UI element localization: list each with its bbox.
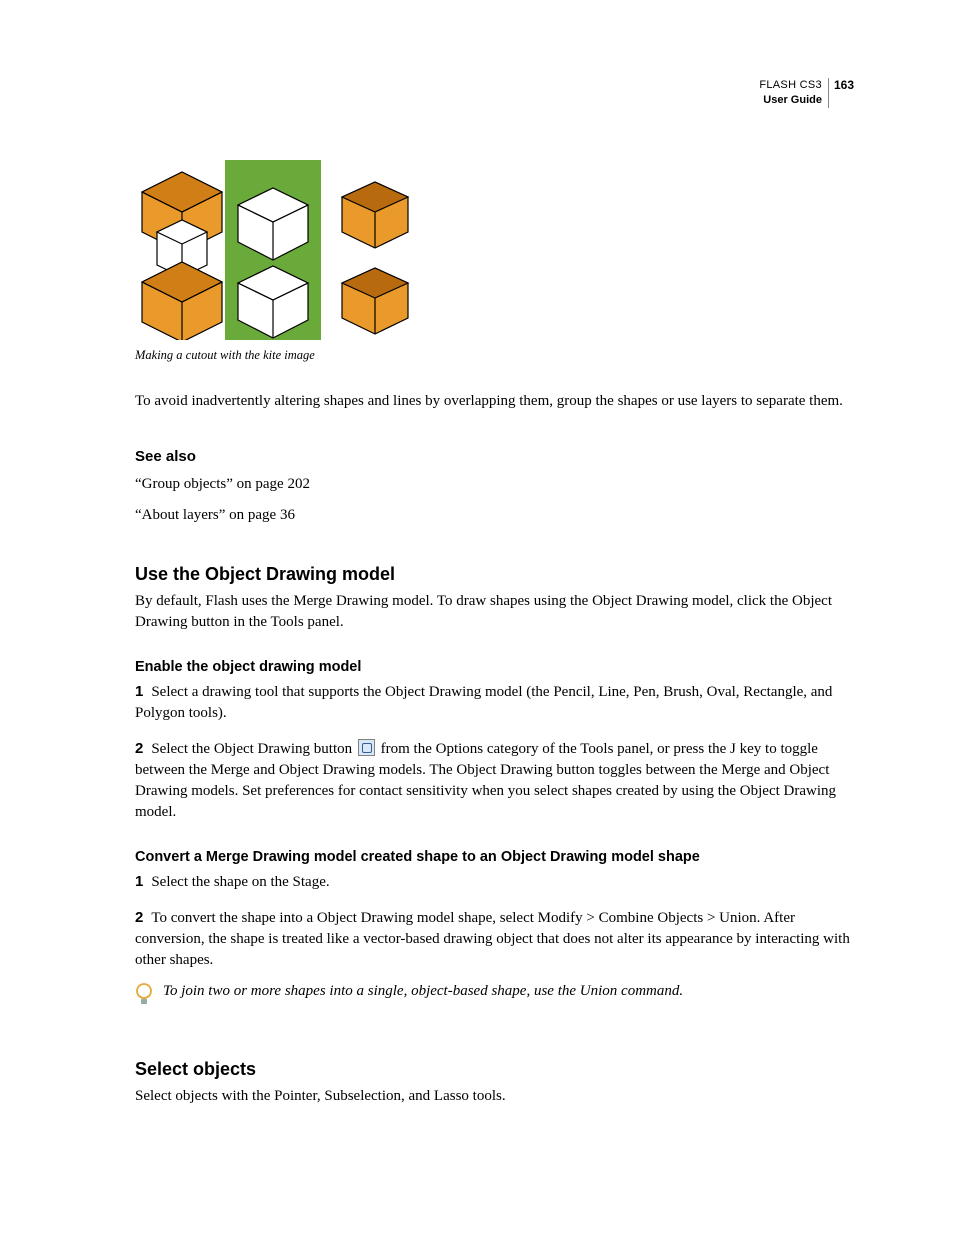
step-text: Select the shape on the Stage. — [151, 874, 329, 890]
page-number: 163 — [829, 78, 854, 91]
figure-cutout-boxes — [135, 160, 417, 340]
step-item: 2To convert the shape into a Object Draw… — [135, 907, 854, 971]
guide-label: User Guide — [759, 93, 822, 108]
figure-caption: Making a cutout with the kite image — [135, 348, 854, 363]
section-body: By default, Flash uses the Merge Drawing… — [135, 591, 854, 633]
subhead-enable-object-drawing: Enable the object drawing model — [135, 659, 854, 675]
object-drawing-icon — [358, 739, 375, 756]
lightbulb-icon — [135, 983, 153, 1007]
see-also-link[interactable]: “Group objects” on page 202 — [135, 473, 854, 496]
product-name: FLASH CS3 — [759, 78, 822, 93]
step-item: 2Select the Object Drawing button from t… — [135, 738, 854, 823]
step-number: 2 — [135, 740, 143, 757]
step-item: 1Select a drawing tool that supports the… — [135, 681, 854, 724]
step-number: 1 — [135, 683, 143, 700]
step-number: 1 — [135, 873, 143, 890]
tip-text: To join two or more shapes into a single… — [163, 981, 683, 1002]
step-number: 2 — [135, 909, 143, 926]
subhead-convert-merge: Convert a Merge Drawing model created sh… — [135, 849, 854, 865]
section-body: Select objects with the Pointer, Subsele… — [135, 1086, 854, 1107]
step-text: To convert the shape into a Object Drawi… — [135, 910, 850, 968]
section-heading-object-drawing: Use the Object Drawing model — [135, 564, 854, 585]
step-text-part: Select the Object Drawing button — [151, 741, 356, 757]
section-heading-select-objects: Select objects — [135, 1059, 854, 1080]
step-text: Select a drawing tool that supports the … — [135, 684, 832, 721]
intro-paragraph: To avoid inadvertently altering shapes a… — [135, 391, 854, 412]
page-header: FLASH CS3 User Guide 163 — [759, 78, 854, 108]
tip: To join two or more shapes into a single… — [135, 981, 854, 1007]
see-also-link[interactable]: “About layers” on page 36 — [135, 504, 854, 527]
step-item: 1 Select the shape on the Stage. — [135, 871, 854, 893]
see-also-heading: See also — [135, 448, 854, 465]
